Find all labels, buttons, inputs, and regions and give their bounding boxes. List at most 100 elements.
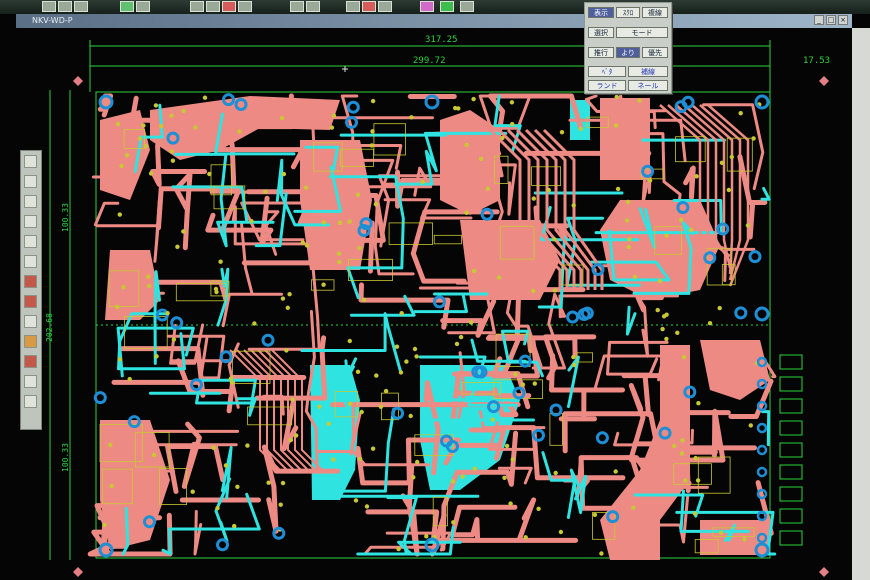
pad bbox=[613, 123, 619, 128]
pad bbox=[391, 406, 405, 420]
pad bbox=[170, 316, 184, 330]
pad bbox=[347, 219, 352, 224]
pad bbox=[454, 341, 460, 347]
palette-button-land[interactable]: ランド bbox=[588, 80, 626, 91]
tool-strip bbox=[20, 150, 42, 430]
pad bbox=[223, 463, 229, 468]
measure-icon[interactable] bbox=[24, 315, 37, 328]
pad bbox=[141, 123, 146, 128]
select-icon[interactable] bbox=[24, 175, 37, 188]
pad bbox=[504, 443, 510, 449]
pad bbox=[175, 244, 180, 249]
pad bbox=[513, 372, 518, 377]
pad bbox=[169, 113, 174, 118]
connector-pad bbox=[779, 398, 803, 414]
pad bbox=[726, 187, 731, 193]
pad bbox=[263, 189, 268, 194]
pad bbox=[553, 470, 558, 476]
pad bbox=[108, 442, 113, 448]
pad bbox=[693, 455, 698, 461]
trace-bottom bbox=[541, 451, 577, 519]
pad bbox=[346, 100, 360, 114]
pad bbox=[169, 149, 174, 154]
pad bbox=[460, 474, 465, 479]
pad bbox=[536, 506, 541, 511]
pointer-icon[interactable] bbox=[24, 155, 37, 168]
pad bbox=[396, 546, 401, 552]
cursor-crosshair-icon bbox=[342, 66, 348, 72]
text-icon[interactable] bbox=[24, 275, 37, 288]
trace-bottom bbox=[625, 305, 637, 336]
pad bbox=[660, 326, 665, 332]
pad bbox=[578, 126, 583, 132]
pad bbox=[288, 437, 294, 443]
undo-icon[interactable] bbox=[24, 375, 37, 388]
pad bbox=[125, 153, 130, 158]
silkscreen-outline bbox=[433, 234, 462, 245]
pad bbox=[572, 362, 577, 368]
pad-icon[interactable] bbox=[24, 255, 37, 268]
move-icon[interactable] bbox=[24, 195, 37, 208]
trace-top bbox=[175, 358, 236, 394]
pcb-canvas[interactable] bbox=[0, 0, 870, 580]
dimension-left-total: 202.68 bbox=[45, 313, 54, 342]
pad bbox=[331, 457, 336, 462]
pad bbox=[508, 501, 513, 506]
connector-pad bbox=[779, 464, 803, 480]
pad bbox=[281, 171, 287, 177]
palette-button-multiline[interactable]: 複線 bbox=[642, 7, 668, 18]
pad bbox=[207, 171, 212, 177]
corner-marker-icon bbox=[73, 76, 83, 86]
pad bbox=[336, 251, 342, 256]
pad bbox=[146, 283, 152, 289]
pad bbox=[398, 370, 404, 375]
silkscreen-outline bbox=[388, 222, 434, 245]
command-palette: 表示 ｽｸﾛ 複線 選択 モード 推行 より 優先 ﾍﾞﾀ 補線 ランド ネール bbox=[584, 2, 672, 94]
palette-button-fill[interactable]: ﾍﾞﾀ bbox=[588, 66, 626, 77]
palette-button-priority[interactable]: 優先 bbox=[642, 47, 668, 58]
pad bbox=[478, 156, 484, 162]
layer-icon[interactable] bbox=[24, 335, 37, 348]
palette-button-push[interactable]: 推行 bbox=[588, 47, 614, 58]
connector-via bbox=[756, 510, 768, 522]
via-icon[interactable] bbox=[24, 235, 37, 248]
pad bbox=[748, 423, 753, 428]
palette-button-display[interactable]: 表示 bbox=[588, 7, 614, 18]
pad bbox=[151, 452, 157, 458]
drc-icon[interactable] bbox=[24, 355, 37, 368]
pad bbox=[213, 286, 219, 292]
pad bbox=[647, 178, 653, 183]
zoom-icon[interactable] bbox=[24, 295, 37, 308]
pad bbox=[284, 348, 289, 353]
pad bbox=[626, 244, 631, 250]
palette-button-yori[interactable]: より bbox=[616, 47, 640, 58]
pad bbox=[337, 220, 343, 225]
redo-icon[interactable] bbox=[24, 395, 37, 408]
pad bbox=[137, 136, 142, 141]
pad bbox=[510, 121, 515, 127]
route-icon[interactable] bbox=[24, 215, 37, 228]
palette-button-select[interactable]: 選択 bbox=[588, 27, 614, 38]
pad bbox=[451, 520, 456, 525]
connector-pad bbox=[779, 420, 803, 436]
pad bbox=[464, 210, 469, 215]
pad bbox=[591, 263, 605, 276]
pad bbox=[655, 307, 660, 313]
trace-top bbox=[173, 171, 193, 251]
pad bbox=[165, 311, 170, 316]
pad bbox=[679, 451, 685, 456]
pad bbox=[245, 443, 250, 448]
pad bbox=[331, 113, 337, 118]
palette-button-patch[interactable]: 補線 bbox=[628, 66, 668, 77]
dimension-left-lower: 100.33 bbox=[61, 443, 70, 472]
pad bbox=[458, 334, 464, 340]
pad bbox=[549, 403, 563, 417]
palette-button-scroll[interactable]: ｽｸﾛ bbox=[616, 7, 640, 18]
palette-button-nail[interactable]: ネール bbox=[628, 80, 668, 91]
pad bbox=[369, 143, 374, 148]
pad bbox=[394, 344, 400, 349]
pad bbox=[664, 233, 669, 238]
palette-button-mode[interactable]: モード bbox=[616, 27, 668, 38]
pad bbox=[148, 171, 154, 176]
pad bbox=[115, 304, 120, 309]
